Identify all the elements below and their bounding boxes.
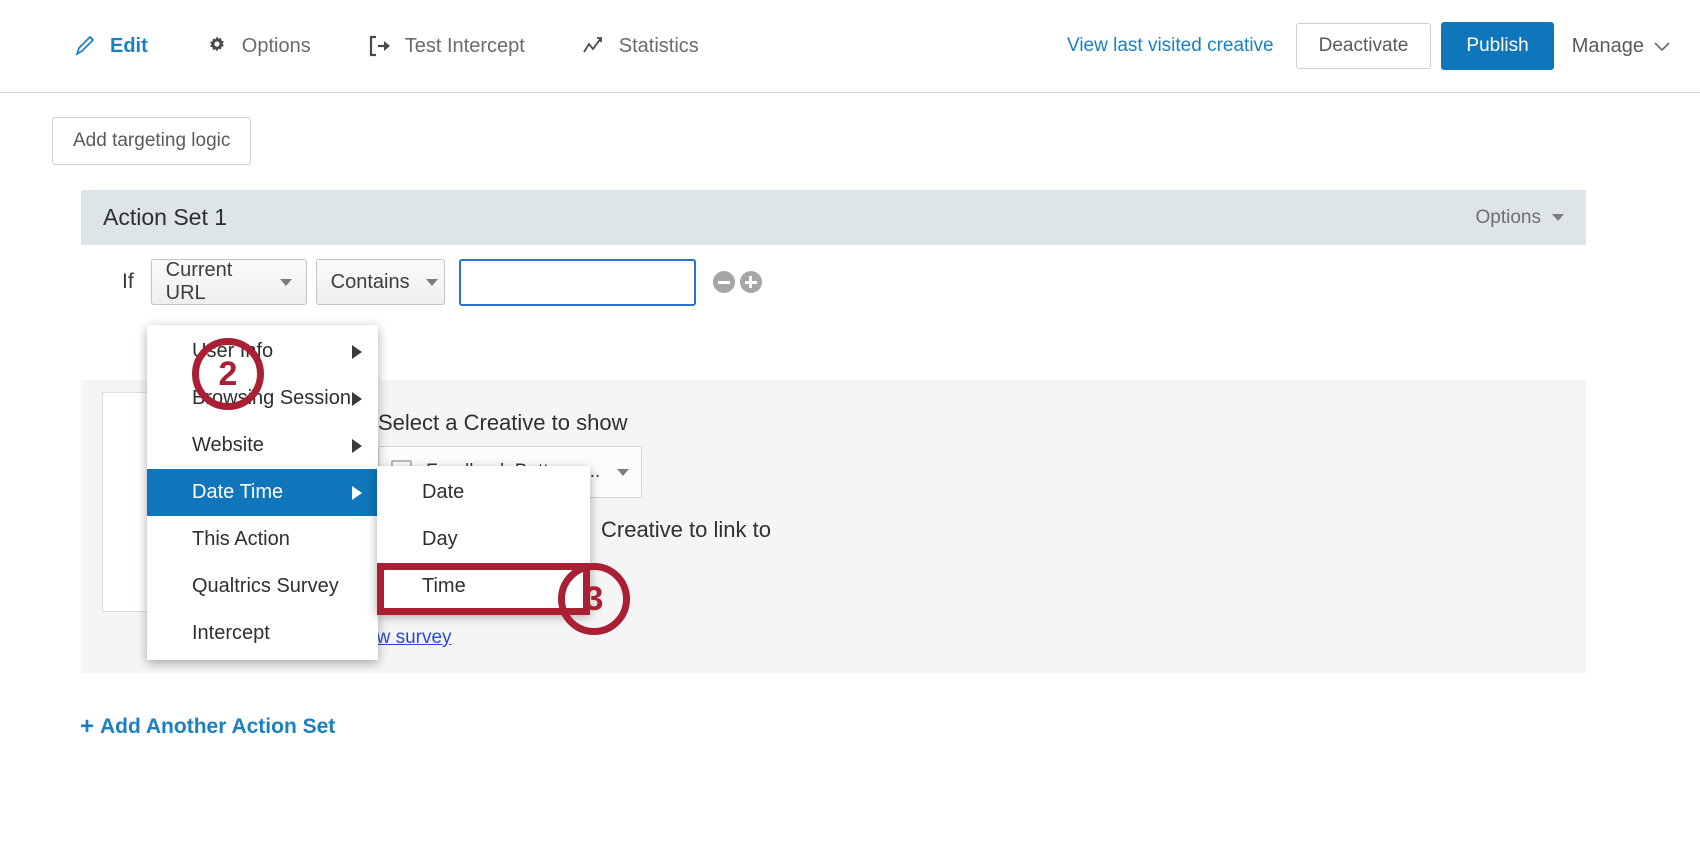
- chevron-right-icon: [352, 344, 362, 359]
- condition-operator-dropdown[interactable]: Contains: [315, 259, 445, 305]
- tab-statistics-label: Statistics: [618, 34, 699, 57]
- gear-icon: [204, 33, 230, 59]
- select-creative-to-show-label: Select a Creative to show: [378, 410, 628, 435]
- tab-test-intercept[interactable]: Test Intercept: [339, 0, 553, 92]
- tab-options-label: Options: [241, 34, 311, 57]
- action-set-1: Action Set 1 Options If Current URL Cont…: [81, 190, 1586, 673]
- action-set-header: Action Set 1 Options: [81, 190, 1586, 245]
- action-set-options-label: Options: [1475, 206, 1541, 228]
- manage-label: Manage: [1571, 34, 1644, 57]
- chevron-right-icon: [352, 391, 362, 406]
- menu-item-label: This Action: [192, 528, 290, 550]
- submenu-item-label: Day: [422, 528, 458, 550]
- deactivate-button[interactable]: Deactivate: [1295, 23, 1432, 69]
- submenu-item-day[interactable]: Day: [377, 516, 590, 563]
- condition-value-input[interactable]: [458, 258, 696, 306]
- menu-item-date-time[interactable]: Date Time: [147, 469, 378, 516]
- view-last-visited-creative-link[interactable]: View last visited creative: [1067, 35, 1274, 57]
- tab-edit-label: Edit: [110, 34, 148, 57]
- menu-item-label: Intercept: [192, 622, 270, 644]
- menu-item-qualtrics-survey[interactable]: Qualtrics Survey: [147, 563, 378, 610]
- manage-dropdown[interactable]: Manage: [1572, 35, 1670, 58]
- add-another-action-set-link[interactable]: + Add Another Action Set: [80, 713, 335, 741]
- chevron-down-icon: [617, 468, 629, 476]
- add-targeting-logic-button[interactable]: Add targeting logic: [52, 117, 252, 165]
- chevron-right-icon: [352, 438, 362, 453]
- pencil-icon: [72, 33, 98, 59]
- preview-survey-link[interactable]: ew survey: [366, 627, 452, 649]
- menu-item-website[interactable]: Website: [147, 422, 378, 469]
- top-navigation-bar: Edit Options Test Intercept Statistics V…: [0, 0, 1700, 93]
- action-set-options-dropdown[interactable]: Options: [1476, 207, 1564, 229]
- condition-field-dropdown[interactable]: Current URL: [150, 259, 307, 305]
- if-label: If: [122, 270, 134, 293]
- nav-tab-list: Edit Options Test Intercept Statistics: [44, 0, 727, 92]
- submenu-item-label: Date: [422, 481, 465, 503]
- chevron-right-icon: [352, 485, 362, 500]
- plus-icon: +: [80, 713, 95, 740]
- menu-item-this-action[interactable]: This Action: [147, 516, 378, 563]
- test-intercept-icon: [367, 33, 393, 59]
- tab-edit[interactable]: Edit: [44, 0, 176, 92]
- chevron-down-icon: [1552, 214, 1564, 221]
- chart-line-icon: [581, 33, 607, 59]
- remove-condition-icon[interactable]: [712, 271, 735, 293]
- action-set-title: Action Set 1: [103, 204, 228, 230]
- add-condition-icon[interactable]: [739, 271, 762, 293]
- menu-item-label: Website: [192, 434, 264, 456]
- tab-statistics[interactable]: Statistics: [553, 0, 727, 92]
- chevron-down-icon: [1654, 35, 1670, 58]
- menu-item-label: Qualtrics Survey: [192, 575, 339, 597]
- main-content: Add targeting logic Action Set 1 Options…: [0, 93, 1700, 850]
- condition-operator-value: Contains: [330, 270, 410, 293]
- chevron-down-icon: [279, 278, 292, 286]
- annotation-marker-2: 2: [192, 338, 264, 410]
- annotation-marker-3: 3: [558, 563, 630, 635]
- menu-item-intercept[interactable]: Intercept: [147, 610, 378, 657]
- chevron-down-icon: [425, 278, 438, 286]
- publish-button[interactable]: Publish: [1441, 22, 1554, 70]
- header-actions: View last visited creative Deactivate Pu…: [1067, 0, 1670, 92]
- submenu-item-date[interactable]: Date: [377, 469, 590, 516]
- add-another-action-set-label: Add Another Action Set: [100, 715, 336, 738]
- condition-field-value: Current URL: [165, 259, 233, 304]
- condition-row: If Current URL Contains: [81, 257, 762, 307]
- condition-row-buttons: [712, 271, 762, 293]
- tab-test-intercept-label: Test Intercept: [404, 34, 525, 57]
- menu-item-label: Date Time: [192, 481, 284, 503]
- tab-options[interactable]: Options: [176, 0, 339, 92]
- creative-to-link-to-label: Creative to link to: [601, 517, 771, 542]
